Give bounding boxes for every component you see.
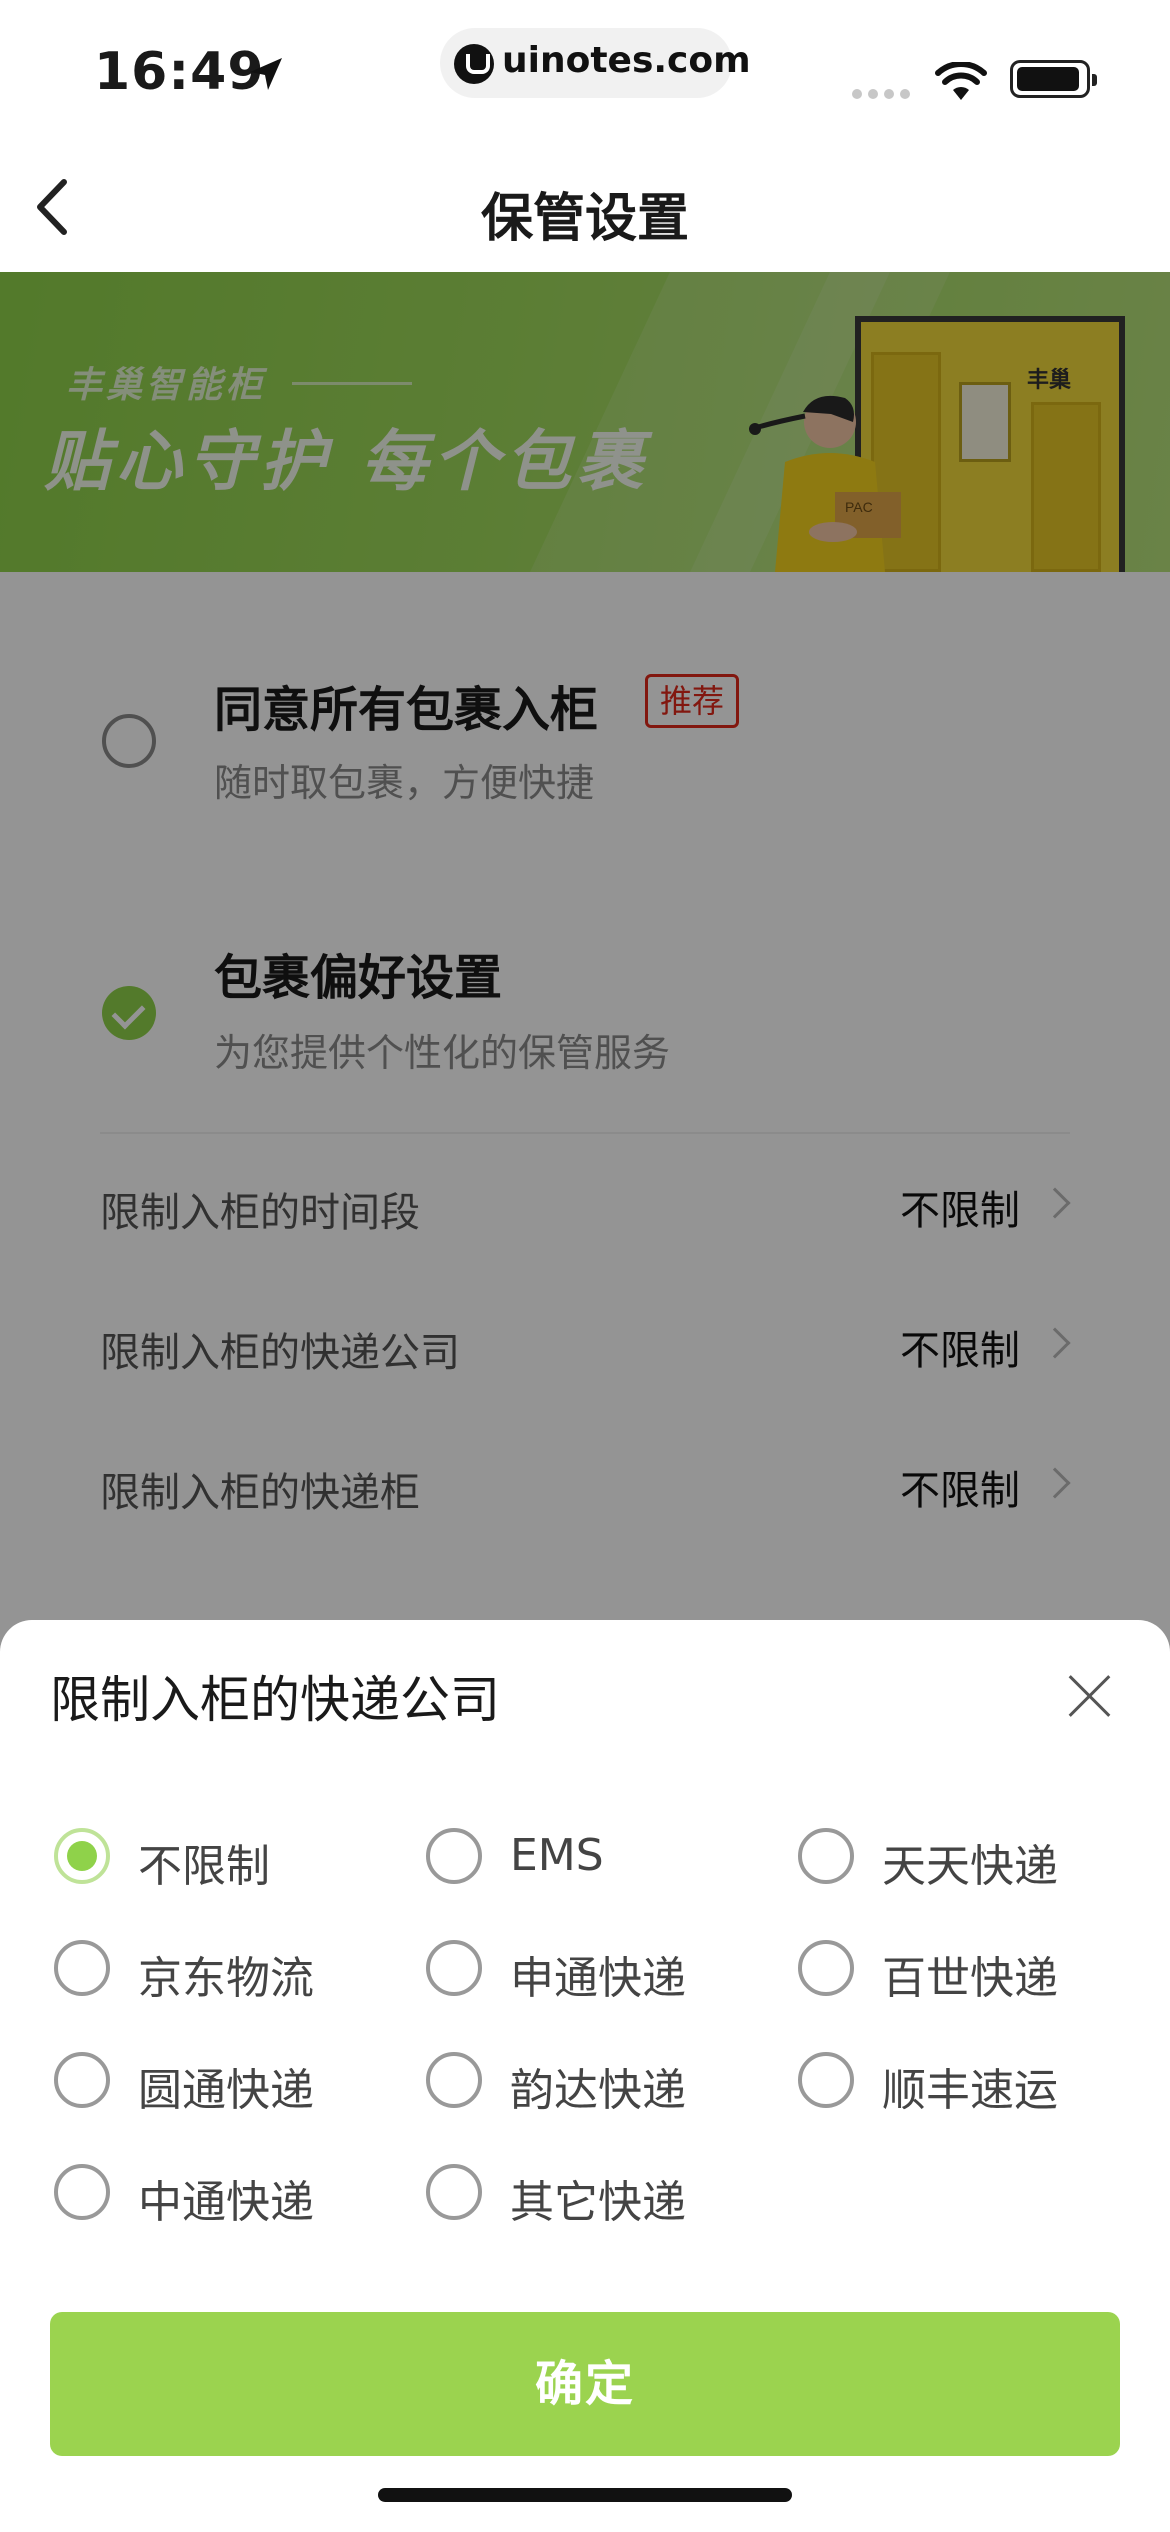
wifi-icon <box>935 62 987 100</box>
radio-icon <box>798 1828 854 1884</box>
option-label: EMS <box>510 1830 604 1881</box>
close-icon[interactable] <box>1060 1666 1120 1726</box>
radio-icon <box>798 2052 854 2108</box>
home-indicator <box>378 2488 792 2502</box>
confirm-button[interactable]: 确定 <box>50 2312 1120 2456</box>
radio-icon <box>426 1940 482 1996</box>
option-label: 中通快递 <box>138 2177 314 2228</box>
courier-option[interactable]: 顺丰速运 <box>798 2044 1138 2116</box>
url-text: uinotes.com <box>502 40 751 81</box>
page-title: 保管设置 <box>480 189 689 249</box>
courier-select-sheet: 限制入柜的快递公司 不限制 EMS 天天快递 京东物流 申通快递 百世快递 圆通… <box>0 1620 1170 2532</box>
url-pill[interactable]: uinotes.com <box>440 28 751 98</box>
courier-option[interactable]: 天天快递 <box>798 1820 1138 1892</box>
radio-icon <box>426 2164 482 2220</box>
courier-option[interactable]: EMS <box>426 1820 766 1892</box>
radio-icon <box>426 1828 482 1884</box>
radio-icon <box>54 2164 110 2220</box>
status-bar: 16:49 uinotes.com <box>0 0 1170 150</box>
nav-bar: 保管设置 <box>0 150 1170 272</box>
courier-option[interactable]: 韵达快递 <box>426 2044 766 2116</box>
option-label: 申通快递 <box>510 1953 686 2004</box>
option-label: 京东物流 <box>138 1953 314 2004</box>
option-label: 圆通快递 <box>138 2065 314 2116</box>
radio-icon <box>54 1940 110 1996</box>
courier-option[interactable]: 圆通快递 <box>54 2044 394 2116</box>
courier-option[interactable]: 百世快递 <box>798 1932 1138 2004</box>
courier-option[interactable]: 中通快递 <box>54 2156 394 2228</box>
battery-icon <box>1010 60 1097 98</box>
cellular-signal-icon <box>852 84 916 99</box>
option-label: 百世快递 <box>882 1953 1058 2004</box>
option-label: 顺丰速运 <box>882 2065 1058 2116</box>
courier-option[interactable]: 不限制 <box>54 1820 394 1892</box>
radio-icon <box>798 1940 854 1996</box>
location-arrow-icon <box>250 58 282 90</box>
radio-selected-icon <box>54 1828 110 1884</box>
option-label: 天天快递 <box>882 1841 1058 1892</box>
courier-option[interactable]: 申通快递 <box>426 1932 766 2004</box>
status-time: 16:49 <box>94 42 265 102</box>
sheet-title: 限制入柜的快递公司 <box>50 1671 500 1729</box>
radio-icon <box>54 2052 110 2108</box>
option-label: 不限制 <box>138 1841 270 1892</box>
courier-option[interactable]: 其它快递 <box>426 2156 766 2228</box>
site-logo-icon <box>454 44 494 84</box>
option-label: 其它快递 <box>510 2177 686 2228</box>
option-label: 韵达快递 <box>510 2065 686 2116</box>
courier-option[interactable]: 京东物流 <box>54 1932 394 2004</box>
radio-icon <box>426 2052 482 2108</box>
